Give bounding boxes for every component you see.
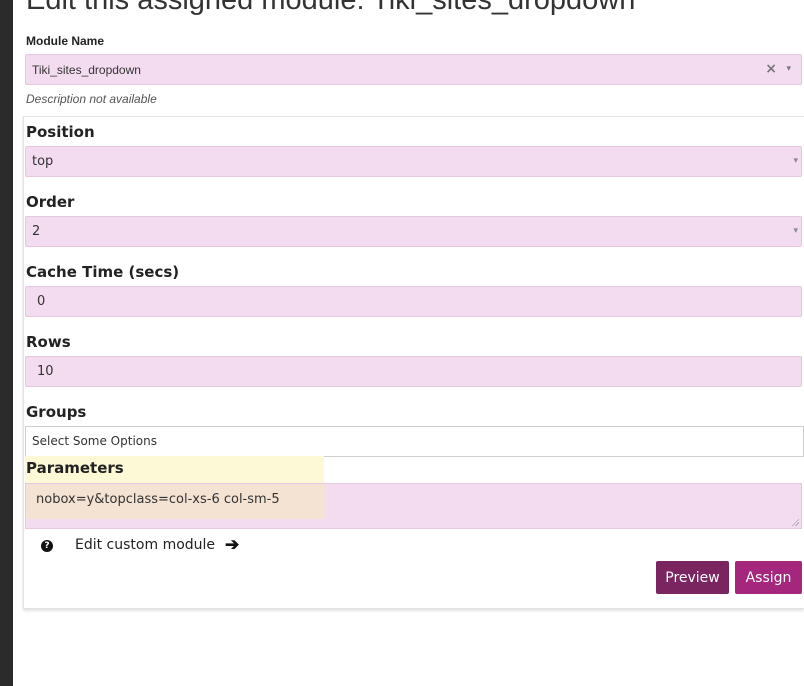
parameters-textarea[interactable]: nobox=y&topclass=col-xs-6 col-sm-5 [25,483,802,529]
chevron-down-icon: ▾ [793,156,798,166]
chevron-down-icon: ▾ [793,226,798,236]
position-select[interactable]: top ▾ [25,146,802,177]
preview-button[interactable]: Preview [656,561,729,594]
parameters-value: nobox=y&topclass=col-xs-6 col-sm-5 [36,492,280,507]
left-edge-strip [0,0,13,686]
module-name-value: Tiki_sites_dropdown [32,63,141,77]
chevron-down-icon[interactable]: ▾ [786,64,791,74]
module-name-select[interactable]: Tiki_sites_dropdown × ▾ [25,54,802,85]
clear-icon[interactable]: × [765,61,777,77]
order-select[interactable]: 2 ▾ [25,216,802,247]
rows-label: Rows [26,333,71,351]
position-label: Position [26,123,95,141]
cache-time-value: 0 [37,294,46,309]
groups-placeholder: Select Some Options [32,434,157,448]
module-description: Description not available [26,92,157,106]
question-circle-icon[interactable]: ? [41,540,53,552]
edit-custom-module-link[interactable]: Edit custom module [75,537,215,553]
order-label: Order [26,193,75,211]
rows-input[interactable]: 10 [25,356,802,387]
position-value: top [32,154,54,169]
parameters-label: Parameters [26,459,124,477]
groups-multiselect[interactable]: Select Some Options [25,426,804,457]
cache-time-label: Cache Time (secs) [26,263,180,281]
module-name-label: Module Name [26,34,105,48]
page-title: Edit this assigned module: Tiki_sites_dr… [26,0,636,16]
arrow-right-icon[interactable]: ➔ [225,535,239,555]
groups-label: Groups [26,403,87,421]
cache-time-input[interactable]: 0 [25,286,802,317]
rows-value: 10 [37,364,54,379]
assign-button[interactable]: Assign [735,561,802,594]
resize-handle[interactable] [791,518,799,526]
order-value: 2 [32,224,41,239]
